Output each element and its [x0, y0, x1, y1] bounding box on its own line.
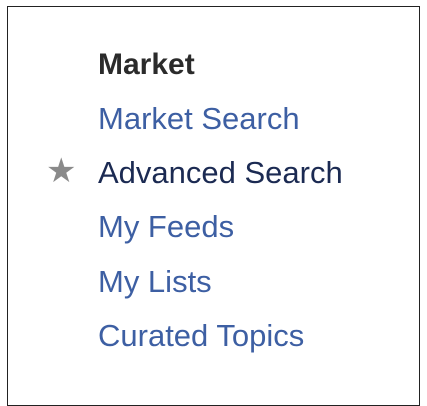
- menu-item-my-lists[interactable]: My Lists: [98, 262, 212, 302]
- menu-heading: Market: [98, 48, 195, 81]
- menu-panel: Market Market Search ★ Advanced Search M…: [7, 6, 420, 406]
- menu-item-market-search[interactable]: Market Search: [98, 99, 300, 139]
- menu-item-my-feeds[interactable]: My Feeds: [98, 207, 234, 247]
- star-icon: ★: [46, 152, 77, 190]
- menu-item-curated-topics[interactable]: Curated Topics: [98, 316, 304, 356]
- menu-item-advanced-search[interactable]: Advanced Search: [98, 153, 343, 193]
